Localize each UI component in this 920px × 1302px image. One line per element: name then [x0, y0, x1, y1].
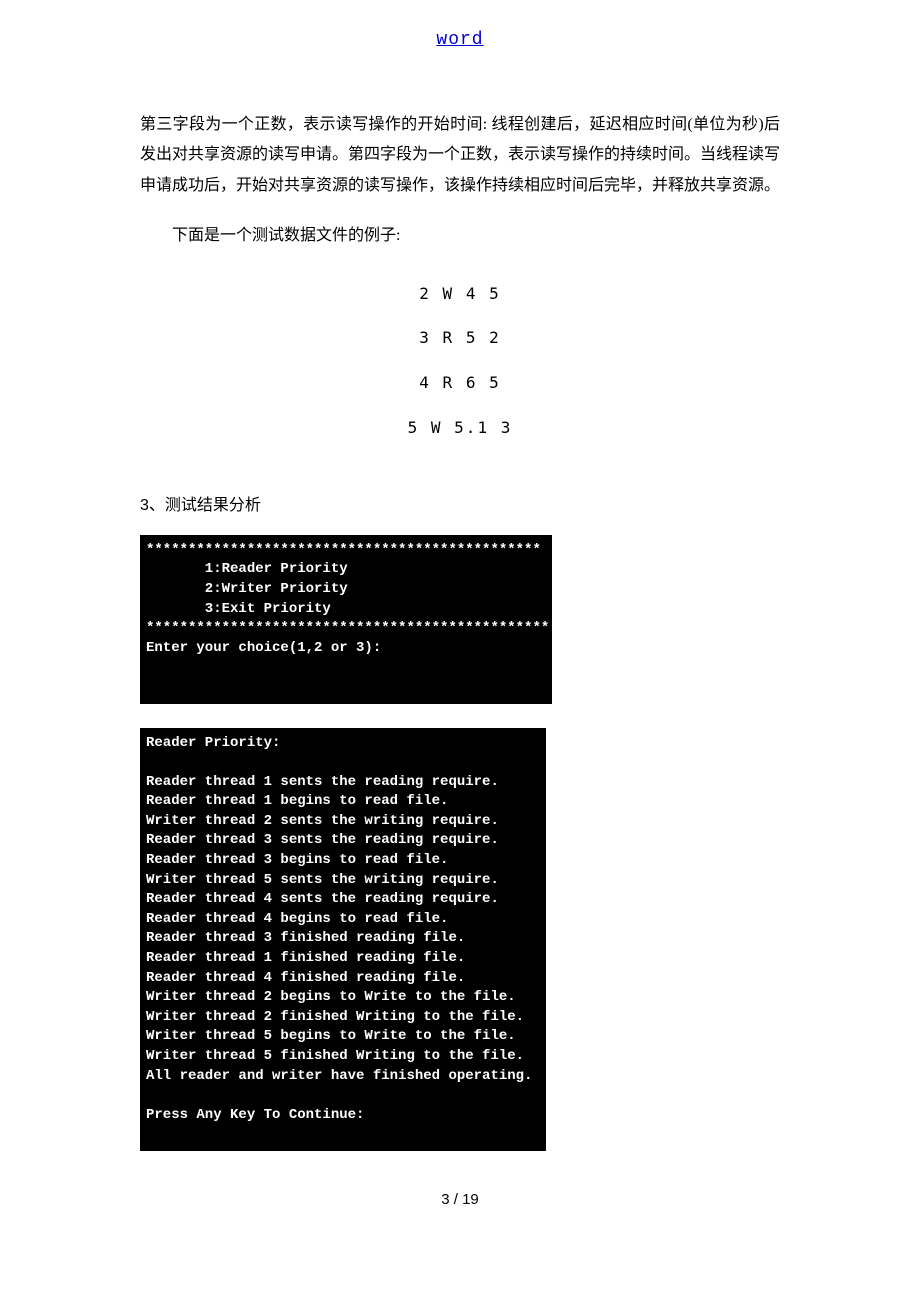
test-data-line: 3 R 5 2	[140, 316, 780, 361]
paragraph-1: 第三字段为一个正数，表示读写操作的开始时间: 线程创建后，延迟相应时间(单位为秒…	[140, 110, 780, 201]
test-data-line: 4 R 6 5	[140, 361, 780, 406]
terminal-output-1: ****************************************…	[140, 535, 552, 704]
terminal-output-2: Reader Priority: Reader thread 1 sents t…	[140, 728, 546, 1151]
page-footer: 3 / 19	[140, 1191, 780, 1208]
test-data-block: 2 W 4 5 3 R 5 2 4 R 6 5 5 W 5.1 3	[140, 272, 780, 451]
document-page: word 第三字段为一个正数，表示读写操作的开始时间: 线程创建后，延迟相应时间…	[0, 0, 920, 1248]
section-3-title: 3、测试结果分析	[140, 491, 780, 515]
paragraph-2: 下面是一个测试数据文件的例子:	[140, 221, 780, 251]
test-data-line: 2 W 4 5	[140, 272, 780, 317]
test-data-line: 5 W 5.1 3	[140, 406, 780, 451]
header-link[interactable]: word	[140, 30, 780, 50]
